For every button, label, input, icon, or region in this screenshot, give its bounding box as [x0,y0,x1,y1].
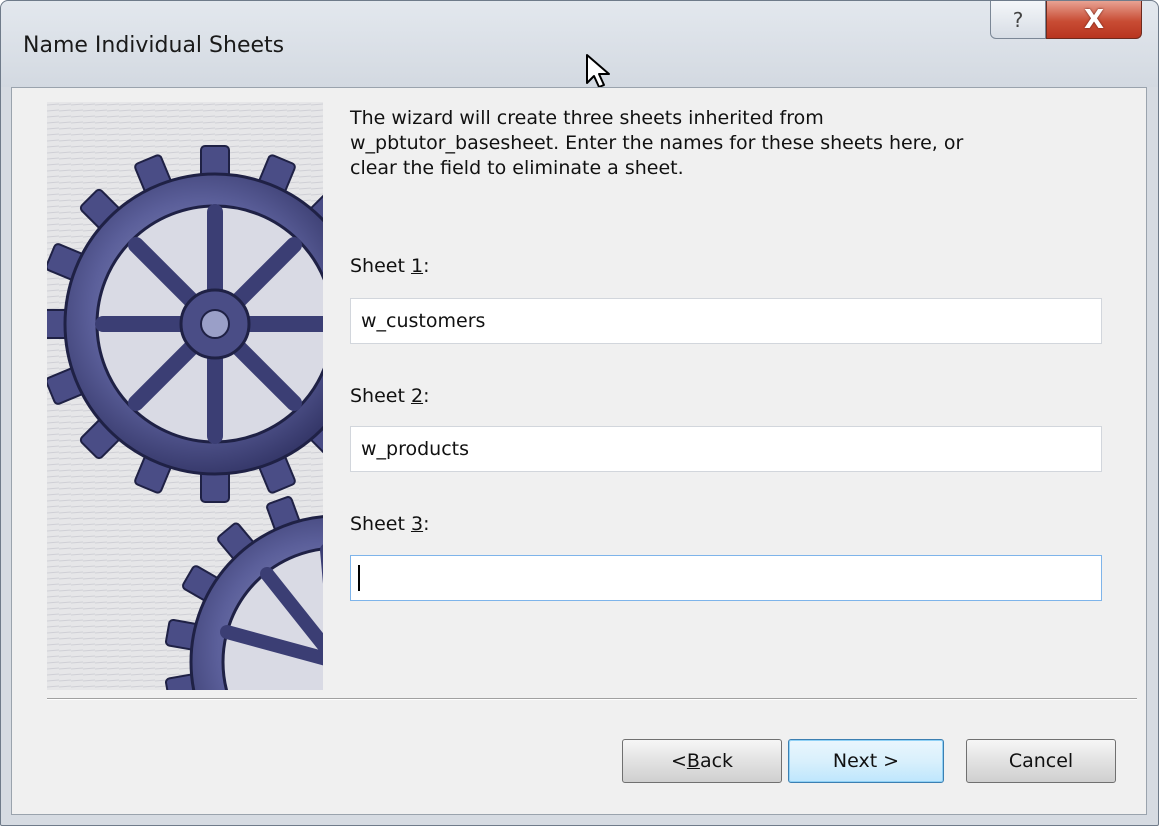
sheet-1-label: Sheet 1: [350,255,429,277]
title-bar[interactable]: Name Individual Sheets ? X [1,1,1158,87]
sheet-2-label-mnemonic: 2 [410,385,424,407]
sheet-3-label-mnemonic: 3 [410,513,424,535]
help-button[interactable]: ? [990,1,1046,39]
close-icon: X [1083,4,1105,35]
cancel-button[interactable]: Cancel [966,739,1116,783]
next-button[interactable]: Next > [788,739,944,783]
help-icon: ? [1012,7,1024,32]
sheet-2-label: Sheet 2: [350,385,429,407]
back-button[interactable]: < Back [622,739,782,783]
text-caret [358,565,360,591]
sheet-1-label-prefix: Sheet [350,255,411,277]
sheet-1-label-suffix: : [423,255,430,277]
sheet-3-label-suffix: : [423,513,430,535]
sheet-3-input[interactable] [350,555,1102,601]
title-bar-buttons: ? X [990,1,1142,39]
dialog-client-area: The wizard will create three sheets inhe… [11,87,1147,815]
sheet-2-label-suffix: : [423,385,430,407]
instructions-text: The wizard will create three sheets inhe… [350,107,964,179]
wizard-dialog: Name Individual Sheets ? X The wizard wi… [0,0,1159,826]
back-button-mnemonic: B [686,750,700,772]
sheet-3-label: Sheet 3: [350,513,429,535]
sheet-2-input[interactable] [350,426,1102,472]
back-button-prefix: < [670,750,687,772]
gears-illustration-svg [47,102,323,690]
gears-illustration [47,102,323,690]
sheet-1-label-mnemonic: 1 [410,255,424,277]
sheet-3-label-prefix: Sheet [350,513,411,535]
sheet-1-input[interactable] [350,298,1102,344]
sheet-2-label-prefix: Sheet [350,385,411,407]
close-button[interactable]: X [1046,1,1142,39]
back-button-rest: ack [699,750,734,772]
button-divider [47,698,1137,700]
dialog-title: Name Individual Sheets [23,33,285,58]
